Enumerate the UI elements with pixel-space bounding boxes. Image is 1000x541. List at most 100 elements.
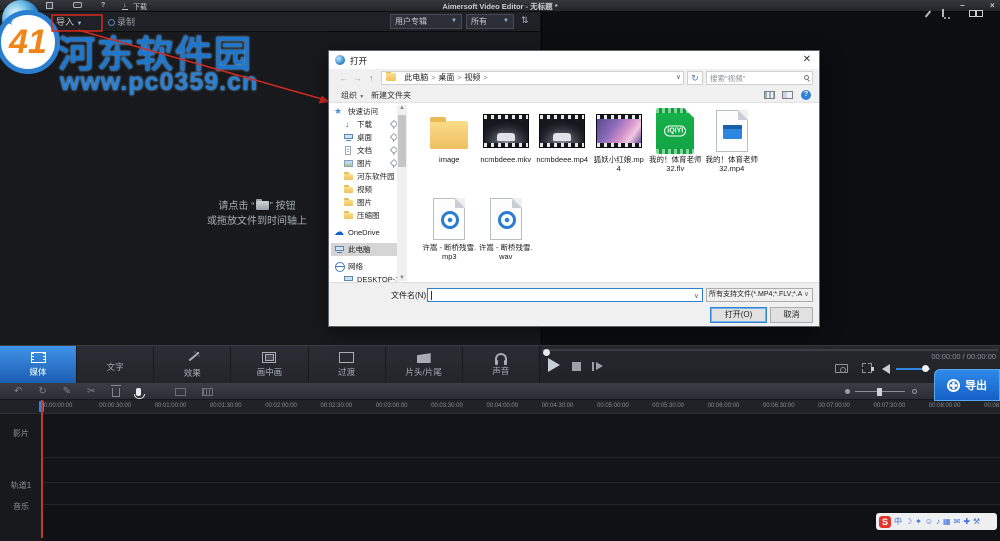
timeline-ruler[interactable]: 0:00:00:00 00:00:30:00 00:01:00:00 00:01:30…	[0, 400, 1000, 414]
sidebar-item-6[interactable]: 视频	[331, 183, 397, 196]
filetype-dropdown[interactable]: 所有支持文件(*.MP4;*.FLV;*.A ∨	[706, 288, 813, 302]
video-track-row[interactable]	[0, 414, 1000, 458]
document-icon	[343, 145, 354, 156]
sidebar-item-label: 文档	[357, 146, 372, 155]
step-forward-button[interactable]	[592, 362, 603, 371]
view-mode-icon[interactable]	[764, 91, 775, 99]
file-item-6[interactable]: 许嵩 - 断桥残雪.mp3	[421, 193, 478, 281]
breadcrumb[interactable]: 此电脑 > 桌面 > 视频 > ∨	[381, 71, 684, 85]
scene-icon[interactable]	[201, 388, 213, 396]
clipboard-icon[interactable]: ✉	[954, 514, 961, 529]
emoji-icon[interactable]: ☺	[925, 514, 933, 529]
sidebar-item-3[interactable]: 文档	[331, 144, 397, 157]
sidebar-item-7[interactable]: 图片	[331, 196, 397, 209]
organize-dropdown[interactable]: 组织 ▼	[341, 90, 364, 101]
close-button[interactable]: ×	[990, 2, 995, 10]
sidebar-item-1[interactable]: 下载	[331, 118, 397, 131]
volume-slider-handle[interactable]	[922, 365, 929, 372]
snapshot-icon[interactable]	[835, 364, 848, 373]
back-icon[interactable]: ←	[339, 73, 348, 83]
chinese-mode-icon[interactable]: 中	[894, 514, 902, 529]
effects-icon[interactable]: ✦	[915, 514, 922, 529]
sogou-logo-icon[interactable]: S	[879, 515, 891, 528]
seek-handle[interactable]	[543, 349, 550, 356]
playhead-line[interactable]	[41, 400, 43, 538]
tab-7[interactable]: 声音	[463, 346, 540, 384]
settings-icon[interactable]: ⚒	[973, 514, 980, 529]
file-item-5[interactable]: 我的！体育老师 32.mp4	[704, 105, 761, 193]
refresh-icon[interactable]: ↻	[687, 71, 703, 85]
tab-icon-7	[494, 353, 507, 365]
volume-icon[interactable]	[871, 364, 890, 374]
sidebar-item-5[interactable]: 河东软件园	[331, 170, 397, 183]
sidebar-scrollbar[interactable]: ▲ ▼	[397, 105, 407, 281]
edit-icon[interactable]: ✎	[63, 384, 71, 399]
file-name: image	[439, 155, 460, 164]
file-item-3[interactable]: 狐妖小红娘.mp4	[591, 105, 648, 193]
scroll-down-icon[interactable]: ▼	[397, 275, 407, 281]
sidebar-item-0[interactable]: 快速访问	[331, 105, 397, 118]
sidebar-item-10[interactable]: 此电脑	[331, 243, 397, 256]
export-button[interactable]: 导出	[934, 369, 1000, 401]
dialog-body: 快速访问下载桌面文档图片河东软件园视频图片压缩图OneDrive此电脑网络DES…	[329, 103, 819, 284]
sort-icon[interactable]: ⇅	[521, 15, 529, 26]
music-track-row[interactable]	[0, 483, 1000, 505]
file-item-2[interactable]: ncmbdeee.mp4	[534, 105, 591, 193]
minimize-button[interactable]: −	[960, 2, 965, 10]
night-mode-icon[interactable]: ☽	[905, 514, 912, 529]
dialog-close-button[interactable]: ✕	[803, 54, 811, 65]
zoom-in-button[interactable]	[912, 389, 917, 394]
dialog-help-icon[interactable]: ?	[801, 90, 811, 100]
split-icon[interactable]: ✂	[87, 384, 95, 399]
redo-icon[interactable]: ↻	[38, 384, 46, 399]
store-icon[interactable]	[942, 9, 944, 17]
tab-5[interactable]: 过渡	[309, 346, 386, 384]
tab-1[interactable]: 媒体	[0, 346, 78, 384]
scrollbar-thumb[interactable]	[398, 115, 406, 167]
up-icon[interactable]: ↑	[369, 73, 374, 83]
breadcrumb-item[interactable]: 视频	[462, 73, 482, 82]
voice-icon[interactable]: ♪	[936, 514, 940, 529]
preview-pane-icon[interactable]	[782, 91, 793, 99]
breadcrumb-item[interactable]: 此电脑	[402, 73, 430, 82]
play-button[interactable]	[548, 358, 560, 372]
new-folder-button[interactable]: 新建文件夹	[371, 90, 411, 101]
seek-bar[interactable]	[542, 349, 998, 356]
type-filter-dropdown[interactable]: 所有 ▼	[466, 14, 514, 29]
file-item-0[interactable]: image	[421, 105, 478, 193]
file-item-1[interactable]: ncmbdeee.mkv	[478, 105, 535, 193]
tab-label: 效果	[183, 368, 201, 378]
tab-2[interactable]: 文字	[77, 346, 155, 384]
scroll-up-icon[interactable]: ▲	[397, 105, 407, 111]
chevron-down-icon[interactable]: ∨	[676, 72, 681, 84]
stop-button[interactable]	[572, 362, 581, 371]
filename-input[interactable]: ∨	[427, 288, 703, 302]
delete-icon[interactable]	[110, 385, 121, 397]
file-item-7[interactable]: 许嵩 - 断桥残雪.wav	[478, 193, 535, 281]
skin-icon[interactable]: ✚	[963, 514, 970, 529]
overlay-track-row[interactable]	[0, 458, 1000, 483]
album-dropdown[interactable]: 用户专辑 ▼	[390, 14, 462, 29]
snapshot-icon[interactable]	[174, 388, 186, 396]
keyboard-icon[interactable]: ▦	[943, 514, 951, 529]
search-box[interactable]: 搜索"视频"	[706, 71, 813, 85]
file-item-4[interactable]: 我的！体育老师 32.flv	[647, 105, 704, 193]
sidebar-item-4[interactable]: 图片	[331, 157, 397, 170]
zoom-slider-handle[interactable]	[877, 388, 882, 396]
chevron-down-icon[interactable]: ∨	[694, 292, 699, 300]
open-button[interactable]: 打开(O)	[710, 307, 767, 323]
undo-icon[interactable]: ↶	[14, 384, 22, 399]
mic-icon[interactable]	[133, 388, 145, 399]
zoom-out-button[interactable]	[845, 389, 850, 394]
sidebar-item-2[interactable]: 桌面	[331, 131, 397, 144]
forward-icon[interactable]: →	[353, 73, 362, 83]
breadcrumb-item[interactable]: 桌面	[436, 73, 456, 82]
tab-label: 片头/片尾	[405, 367, 442, 377]
cancel-button[interactable]: 取消	[770, 307, 813, 323]
tab-3[interactable]: 效果	[154, 346, 232, 384]
sidebar-item-9[interactable]: OneDrive	[331, 226, 397, 239]
tab-4[interactable]: 画中画	[231, 346, 309, 384]
sidebar-item-8[interactable]: 压缩图	[331, 209, 397, 222]
sidebar-item-11[interactable]: 网络	[331, 260, 397, 273]
tab-6[interactable]: 片头/片尾	[386, 346, 463, 384]
